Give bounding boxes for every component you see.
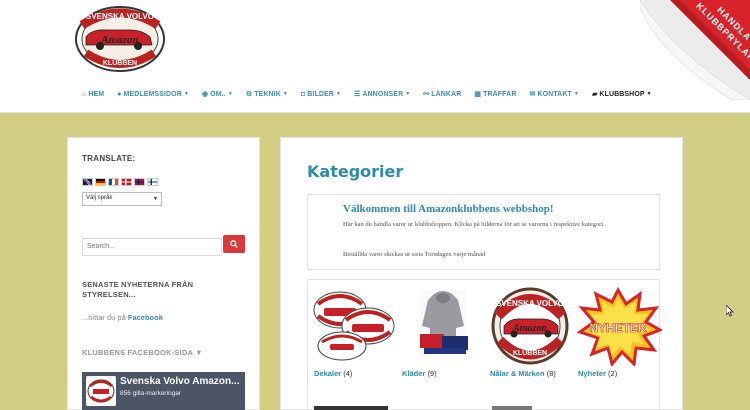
category-label[interactable]: Nålar & Märken (8) bbox=[490, 369, 556, 378]
nav-label: BILDER bbox=[307, 90, 334, 98]
facebook-page-likes: 856 gilla-markeringar bbox=[120, 390, 182, 397]
sidebar: TRANSLATE: Välj språk ▼ SENASTE NYHETERN… bbox=[67, 137, 260, 410]
category-name[interactable]: Dekaler bbox=[314, 369, 341, 378]
category-label[interactable]: Dekaler (4) bbox=[314, 369, 352, 378]
flag-germany-icon[interactable] bbox=[95, 178, 106, 186]
klader-image[interactable] bbox=[398, 286, 486, 366]
dekaler-image[interactable] bbox=[310, 286, 398, 366]
language-select-value: Välj språk bbox=[86, 195, 113, 201]
caret-down-icon: ▼ bbox=[227, 91, 233, 97]
svg-text:Amazon: Amazon bbox=[512, 323, 547, 334]
category-count: (9) bbox=[427, 369, 437, 378]
category-name[interactable]: Kläder bbox=[402, 369, 425, 378]
main-navigation: ⌂ HEM ● MEDLEMSSIDOR ▼ ◉ OM.. ▼ ⚙ TEKNIK ▼ ◘ BIL… bbox=[82, 90, 665, 99]
shipping-note: Beställda varor skickas ut sista Torsdag… bbox=[343, 251, 486, 258]
page-title: Kategorier bbox=[307, 162, 404, 181]
news-text: ...hittar du på Facebook bbox=[82, 313, 163, 322]
nav-bilder[interactable]: ◘ BILDER ▼ bbox=[301, 90, 341, 98]
nav-label: TRÄFFAR bbox=[483, 90, 517, 98]
nav-label: OM.. bbox=[210, 90, 226, 98]
eye-icon: ◉ bbox=[201, 91, 209, 98]
nav-label: HEM bbox=[88, 90, 105, 98]
caret-down-icon: ▼ bbox=[282, 91, 288, 97]
facebook-page-name[interactable]: Svenska Volvo Amazon... bbox=[120, 376, 239, 387]
search-input[interactable] bbox=[82, 237, 222, 256]
main-content: Kategorier Välkommen till Amazonklubbens… bbox=[280, 137, 683, 410]
search-icon bbox=[230, 240, 238, 248]
intro-box: Välkommen till Amazonklubbens webbshop! … bbox=[307, 194, 660, 270]
caret-down-icon: ▼ bbox=[335, 91, 341, 97]
category-name[interactable]: Nyheter bbox=[578, 369, 606, 378]
nav-medlemssidor[interactable]: ● MEDLEMSSIDOR ▼ bbox=[117, 90, 189, 98]
shop-ribbon[interactable]: HANDLA KLUBBPRYLAR bbox=[640, 0, 750, 100]
nav-lankar[interactable]: ⚯ LÄNKAR bbox=[423, 90, 462, 99]
caret-down-icon: ▼ bbox=[183, 91, 189, 97]
category-count: (2) bbox=[608, 369, 618, 378]
category-image-partial[interactable] bbox=[492, 406, 532, 410]
home-icon: ⌂ bbox=[82, 90, 87, 98]
user-icon: ● bbox=[117, 90, 122, 98]
nav-hem[interactable]: ⌂ HEM bbox=[82, 90, 104, 98]
caret-down-icon: ▼ bbox=[405, 91, 411, 97]
cogs-icon: ⚙ bbox=[245, 91, 253, 98]
camera-icon: ◘ bbox=[300, 90, 306, 98]
facebook-page-widget[interactable]: Svenska Volvo Amazon... 856 gilla-marker… bbox=[82, 372, 245, 410]
svg-text:SVENSKA VOLVO: SVENSKA VOLVO bbox=[496, 299, 564, 308]
language-select[interactable]: Välj språk ▼ bbox=[82, 192, 162, 206]
nav-label: KONTAKT bbox=[537, 90, 572, 98]
category-image-partial[interactable] bbox=[314, 406, 388, 410]
category-count: (4) bbox=[343, 369, 353, 378]
cart-icon: ▰ bbox=[591, 91, 598, 98]
nav-label: KLUBBSHOP bbox=[599, 90, 645, 98]
facebook-page-avatar bbox=[86, 376, 116, 406]
svg-text:SVENSKA VOLVO: SVENSKA VOLVO bbox=[86, 12, 154, 21]
nav-annonser[interactable]: ☰ ANNONSER ▼ bbox=[353, 90, 411, 99]
link-icon: ⚯ bbox=[423, 91, 430, 98]
news-text-prefix: ...hittar du på bbox=[82, 313, 126, 322]
category-label[interactable]: Kläder (9) bbox=[402, 369, 437, 378]
nyheter-image[interactable]: NYHETER bbox=[574, 286, 662, 366]
flag-denmark-icon[interactable] bbox=[121, 178, 132, 186]
nav-label: LÄNKAR bbox=[431, 90, 462, 98]
mouse-cursor-icon bbox=[726, 305, 734, 317]
intro-heading: Välkommen till Amazonklubbens webbshop! bbox=[343, 203, 554, 215]
envelope-icon: ✉ bbox=[529, 91, 536, 98]
nav-teknik[interactable]: ⚙ TEKNIK ▼ bbox=[245, 90, 288, 99]
search-button[interactable] bbox=[223, 235, 245, 253]
caret-down-icon: ▼ bbox=[573, 91, 579, 97]
category-name[interactable]: Nålar & Märken bbox=[490, 369, 545, 378]
flag-france-icon[interactable] bbox=[108, 178, 119, 186]
news-heading: SENASTE NYHETERNA FRÅN STYRELSEN... bbox=[82, 280, 194, 299]
table-icon: ▦ bbox=[474, 91, 482, 98]
search-form bbox=[82, 235, 245, 256]
facebook-link[interactable]: Facebook bbox=[128, 313, 163, 322]
nav-label: ANNONSER bbox=[362, 90, 404, 98]
nav-kontakt[interactable]: ✉ KONTAKT ▼ bbox=[529, 90, 579, 99]
flag-finland-icon[interactable] bbox=[147, 178, 158, 186]
club-logo[interactable]: SVENSKA VOLVO Amazon KLUBBEN bbox=[72, 3, 168, 73]
category-grid: Dekaler (4) Kläder (9) SVENSKA VOLVO Ama… bbox=[307, 279, 662, 410]
caret-down-icon: ▼ bbox=[153, 196, 158, 202]
flag-uk-icon[interactable] bbox=[82, 178, 93, 186]
facebook-heading: KLUBBENS FACEBOOK-SIDA ▼ bbox=[82, 348, 203, 357]
nav-label: TEKNIK bbox=[254, 90, 281, 98]
language-flags bbox=[82, 178, 158, 186]
category-label[interactable]: Nyheter (2) bbox=[578, 369, 617, 378]
intro-text: Här kan du handla varor ur klubbshoppen.… bbox=[343, 221, 607, 228]
nav-traffar[interactable]: ▦ TRÄFFAR bbox=[474, 90, 517, 99]
svg-text:Amazon: Amazon bbox=[100, 34, 138, 46]
flag-norway-icon[interactable] bbox=[134, 178, 145, 186]
site-header: SVENSKA VOLVO Amazon KLUBBEN ⌂ HEM ● MEDLE… bbox=[0, 0, 750, 113]
list-icon: ☰ bbox=[353, 91, 361, 98]
svg-text:KLUBBEN: KLUBBEN bbox=[513, 350, 547, 357]
nalar-marken-image[interactable]: SVENSKA VOLVO Amazon KLUBBEN bbox=[486, 286, 574, 366]
svg-text:KLUBBEN: KLUBBEN bbox=[103, 60, 137, 67]
nav-label: MEDLEMSSIDOR bbox=[123, 90, 182, 98]
nyheter-badge-text: NYHETER bbox=[589, 321, 647, 335]
translate-heading: TRANSLATE: bbox=[82, 154, 136, 163]
category-count: (8) bbox=[546, 369, 556, 378]
nav-om[interactable]: ◉ OM.. ▼ bbox=[201, 90, 233, 99]
